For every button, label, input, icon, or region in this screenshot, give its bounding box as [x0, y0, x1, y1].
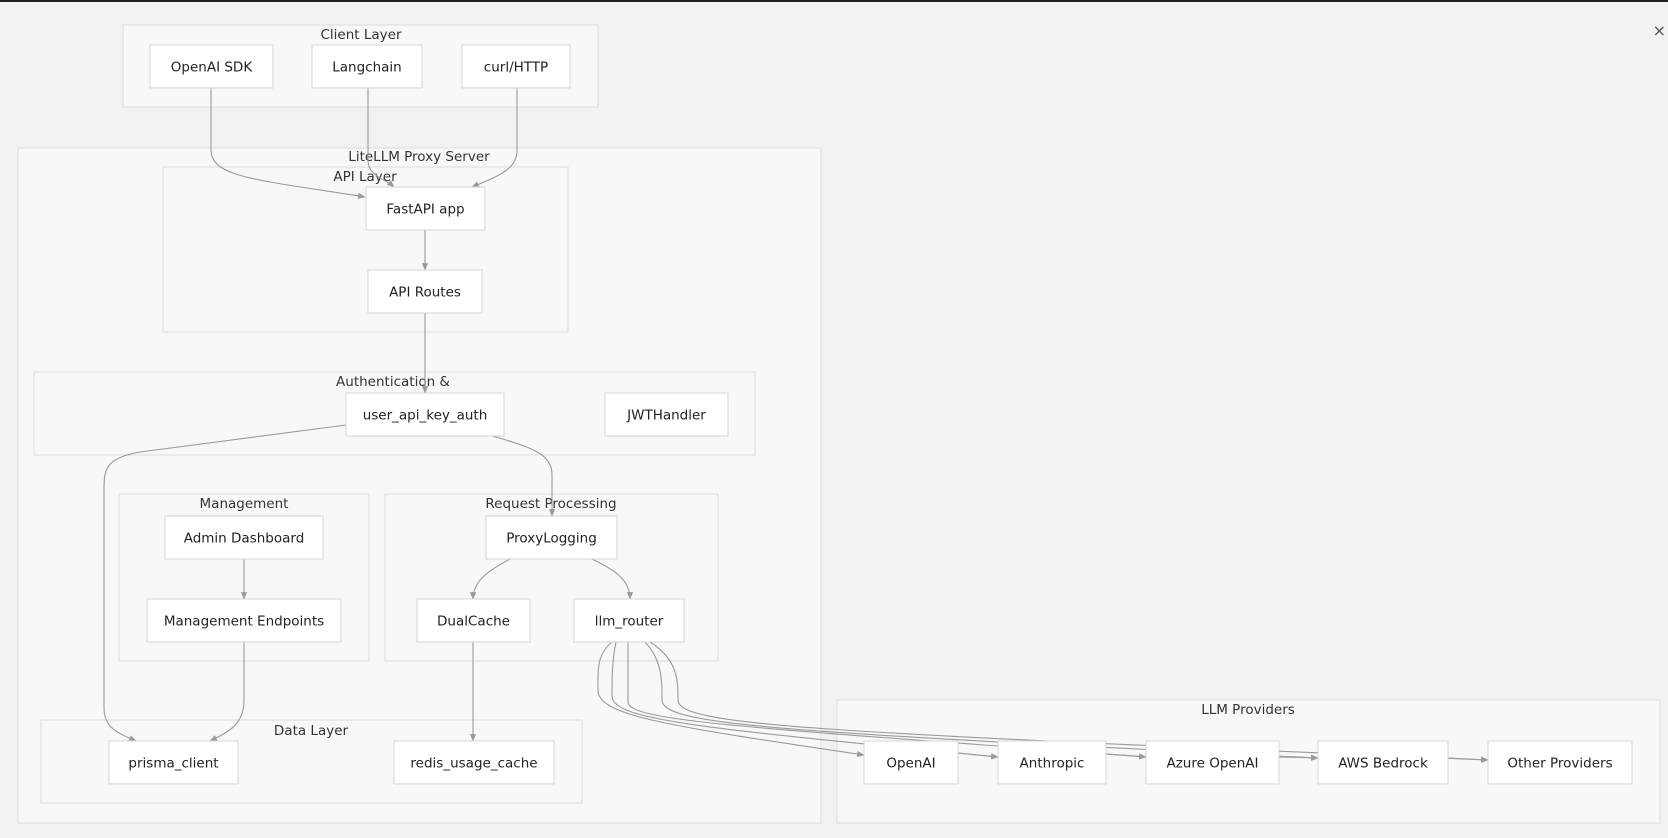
- node-label: redis_usage_cache: [410, 756, 537, 772]
- cluster-label: Client Layer: [320, 27, 401, 43]
- node-label: ProxyLogging: [506, 531, 597, 547]
- node-p_other[interactable]: Other Providers: [1487, 740, 1633, 785]
- cluster-label: Authentication &: [336, 374, 450, 390]
- node-label: API Routes: [389, 285, 461, 301]
- architecture-diagram: Client LayerLiteLLM Proxy ServerAPI Laye…: [17, 21, 1666, 824]
- node-label: Other Providers: [1507, 756, 1612, 772]
- node-prisma[interactable]: prisma_client: [108, 740, 239, 785]
- node-routes[interactable]: API Routes: [367, 269, 483, 314]
- node-p_openai[interactable]: OpenAI: [863, 740, 959, 785]
- node-label: OpenAI: [886, 756, 935, 772]
- cluster-label: Management: [200, 496, 289, 512]
- node-fastapi[interactable]: FastAPI app: [365, 186, 486, 231]
- node-label: curl/HTTP: [484, 60, 548, 76]
- node-label: OpenAI SDK: [171, 60, 254, 76]
- node-label: llm_router: [595, 614, 664, 630]
- cluster-label: Data Layer: [274, 723, 349, 739]
- node-label: DualCache: [437, 614, 510, 630]
- node-jwt[interactable]: JWTHandler: [604, 392, 729, 437]
- node-label: JWTHandler: [626, 408, 706, 424]
- node-label: Azure OpenAI: [1166, 756, 1258, 772]
- node-p_anthropic[interactable]: Anthropic: [997, 740, 1107, 785]
- top-border: [0, 0, 1668, 2]
- node-label: Admin Dashboard: [184, 531, 305, 547]
- close-icon[interactable]: ×: [1653, 21, 1666, 40]
- node-redis[interactable]: redis_usage_cache: [393, 740, 555, 785]
- node-router[interactable]: llm_router: [573, 598, 685, 643]
- node-label: prisma_client: [128, 756, 218, 772]
- node-label: user_api_key_auth: [363, 408, 488, 424]
- node-label: Langchain: [332, 60, 401, 76]
- node-label: FastAPI app: [386, 202, 464, 218]
- node-admin[interactable]: Admin Dashboard: [164, 515, 324, 560]
- diagram-canvas: Client Layer LiteLLM Proxy Server API Laye…: [0, 0, 1668, 834]
- node-uaka[interactable]: user_api_key_auth: [345, 392, 505, 437]
- node-mgmt_ep[interactable]: Management Endpoints: [146, 598, 342, 643]
- node-p_azure[interactable]: Azure OpenAI: [1145, 740, 1280, 785]
- node-curl[interactable]: curl/HTTP: [461, 44, 571, 89]
- node-p_bedrock[interactable]: AWS Bedrock: [1317, 740, 1449, 785]
- node-label: Anthropic: [1020, 756, 1085, 772]
- node-dualcache[interactable]: DualCache: [416, 598, 531, 643]
- node-proxylog[interactable]: ProxyLogging: [485, 515, 618, 560]
- node-openai_sdk[interactable]: OpenAI SDK: [149, 44, 274, 89]
- cluster-label: LiteLLM Proxy Server: [348, 149, 490, 165]
- node-label: AWS Bedrock: [1338, 756, 1428, 772]
- cluster-label: LLM Providers: [1201, 702, 1295, 718]
- cluster-label: Request Processing: [485, 496, 616, 512]
- node-label: Management Endpoints: [164, 614, 324, 630]
- node-langchain[interactable]: Langchain: [311, 44, 423, 89]
